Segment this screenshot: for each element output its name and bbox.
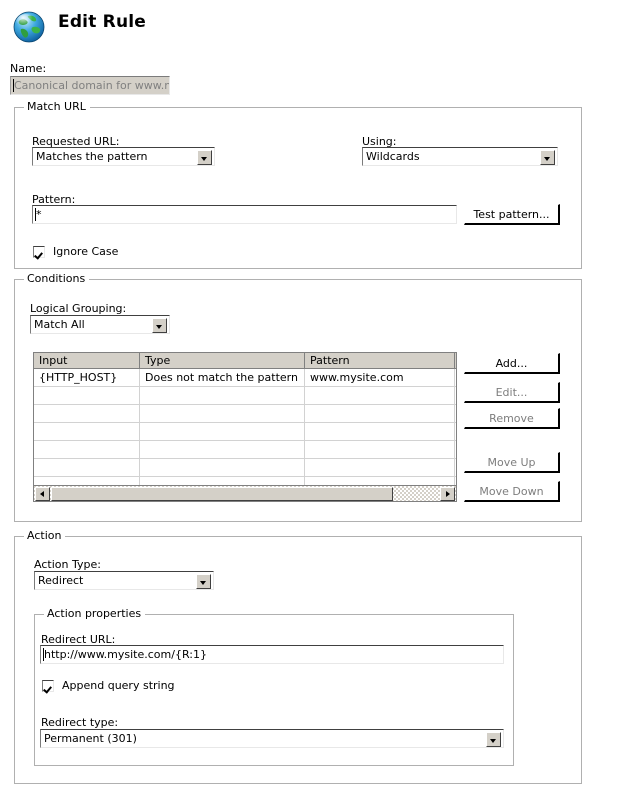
- column-header-type[interactable]: Type: [140, 353, 305, 368]
- table-row-empty[interactable]: [34, 441, 456, 459]
- add-condition-button[interactable]: Add...: [464, 353, 560, 374]
- chevron-down-icon[interactable]: [486, 732, 501, 747]
- checkbox-box-icon[interactable]: [42, 680, 54, 692]
- table-row[interactable]: {HTTP_HOST} Does not match the pattern w…: [34, 369, 456, 387]
- action-legend: Action: [24, 530, 66, 542]
- horizontal-scrollbar[interactable]: [34, 485, 456, 501]
- logical-grouping-value: Match All: [34, 318, 85, 331]
- cell-empty: [140, 405, 305, 422]
- scroll-left-arrow-icon[interactable]: [35, 487, 50, 501]
- column-header-pattern[interactable]: Pattern: [305, 353, 455, 368]
- cell-empty: [305, 387, 455, 404]
- logical-grouping-select[interactable]: Match All: [30, 315, 170, 334]
- chevron-down-icon[interactable]: [197, 150, 212, 165]
- remove-condition-button[interactable]: Remove: [464, 408, 560, 429]
- action-type-label: Action Type:: [34, 558, 101, 571]
- page-title: Edit Rule: [58, 12, 147, 32]
- conditions-grid[interactable]: Input Type Pattern {HTTP_HOST} Does not …: [33, 352, 457, 502]
- table-row-empty[interactable]: [34, 387, 456, 405]
- cell-pattern: www.mysite.com: [305, 369, 455, 386]
- table-row-empty[interactable]: [34, 459, 456, 477]
- cell-empty: [305, 423, 455, 440]
- conditions-legend: Conditions: [24, 273, 90, 285]
- cell-empty: [140, 423, 305, 440]
- chevron-down-icon[interactable]: [196, 574, 211, 589]
- cell-empty: [34, 387, 140, 404]
- cell-input: {HTTP_HOST}: [34, 369, 140, 386]
- chevron-down-icon[interactable]: [152, 318, 167, 333]
- cell-empty: [140, 441, 305, 458]
- action-type-value: Redirect: [38, 574, 84, 587]
- name-input[interactable]: Canonical domain for www.mysil: [10, 76, 170, 95]
- edit-condition-button[interactable]: Edit...: [464, 382, 560, 403]
- requested-url-select[interactable]: Matches the pattern: [32, 147, 215, 166]
- move-up-button[interactable]: Move Up: [464, 452, 560, 473]
- chevron-down-icon[interactable]: [540, 150, 555, 165]
- pattern-input[interactable]: *: [32, 205, 457, 224]
- using-select[interactable]: Wildcards: [362, 147, 558, 166]
- checkbox-box-icon[interactable]: [33, 246, 45, 258]
- scroll-right-arrow-icon[interactable]: [440, 487, 455, 501]
- cell-empty: [34, 423, 140, 440]
- action-properties-legend: Action properties: [44, 608, 146, 620]
- cell-empty: [34, 459, 140, 476]
- cell-empty: [305, 459, 455, 476]
- append-query-string-label: Append query string: [62, 679, 175, 692]
- table-row-empty[interactable]: [34, 405, 456, 423]
- redirect-url-input[interactable]: http://www.mysite.com/{R:1}: [40, 645, 504, 664]
- redirect-type-value: Permanent (301): [44, 732, 137, 745]
- cell-empty: [34, 441, 140, 458]
- conditions-grid-header: Input Type Pattern: [34, 353, 456, 369]
- dialog-header: Edit Rule: [0, 0, 634, 55]
- redirect-type-select[interactable]: Permanent (301): [40, 729, 504, 748]
- cell-empty: [34, 405, 140, 422]
- cell-empty: [140, 387, 305, 404]
- move-down-button[interactable]: Move Down: [464, 481, 560, 502]
- action-type-select[interactable]: Redirect: [34, 571, 214, 590]
- logical-grouping-label: Logical Grouping:: [30, 302, 127, 315]
- column-header-input[interactable]: Input: [34, 353, 140, 368]
- requested-url-value: Matches the pattern: [36, 150, 148, 163]
- name-label: Name:: [10, 62, 47, 75]
- ignore-case-label: Ignore Case: [53, 245, 119, 258]
- cell-empty: [140, 459, 305, 476]
- table-row-empty[interactable]: [34, 423, 456, 441]
- cell-empty: [305, 441, 455, 458]
- cell-empty: [305, 405, 455, 422]
- cell-type: Does not match the pattern: [140, 369, 305, 386]
- scrollbar-thumb[interactable]: [51, 487, 393, 501]
- globe-icon: [13, 11, 45, 43]
- test-pattern-button[interactable]: Test pattern...: [464, 204, 560, 225]
- match-url-legend: Match URL: [24, 101, 90, 113]
- redirect-type-label: Redirect type:: [41, 716, 119, 729]
- using-value: Wildcards: [366, 150, 420, 163]
